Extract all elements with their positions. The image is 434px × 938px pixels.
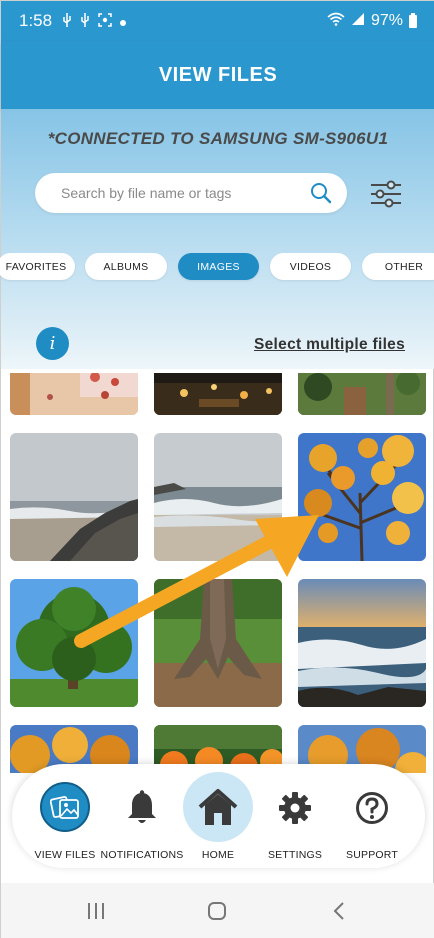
image-grid xyxy=(1,373,434,773)
status-time: 1:58 xyxy=(19,11,53,30)
search-input[interactable] xyxy=(61,185,309,201)
recent-apps-icon[interactable] xyxy=(84,901,108,921)
select-multiple-files-link[interactable]: Select multiple files xyxy=(254,336,405,354)
system-navigation-bar xyxy=(1,883,434,938)
battery-percent: 97% xyxy=(370,12,403,29)
thumbnail-night-lights[interactable] xyxy=(154,373,282,415)
nav-label: SUPPORT xyxy=(346,849,398,861)
thumbnail-green-tree[interactable] xyxy=(10,579,138,707)
thumbnail-garden[interactable] xyxy=(298,373,426,415)
info-button[interactable]: i xyxy=(36,327,69,360)
view-files-icon xyxy=(40,782,90,832)
usb-icon xyxy=(62,12,72,30)
page-title: VIEW FILES xyxy=(1,41,434,109)
connection-status: *CONNECTED TO SAMSUNG SM-S906U1 xyxy=(47,129,389,148)
thumbnail-foggy-beach-waves[interactable] xyxy=(154,433,282,561)
wifi-icon xyxy=(327,12,345,31)
thumbnail-sunset-waves[interactable] xyxy=(298,579,426,707)
filter-sliders-icon[interactable] xyxy=(369,179,403,209)
thumbnail-quilt[interactable] xyxy=(10,373,138,415)
bottom-navigation: VIEW FILES NOTIFICATIONS HOME SETTINGS S… xyxy=(12,764,425,868)
tab-videos[interactable]: VIDEOS xyxy=(270,253,351,280)
dot-icon xyxy=(120,14,127,29)
screenshot-icon xyxy=(98,12,112,30)
battery-icon xyxy=(409,12,417,28)
info-icon: i xyxy=(49,333,56,354)
help-icon xyxy=(352,788,392,828)
search-bar xyxy=(35,173,347,213)
nav-support[interactable]: SUPPORT xyxy=(332,764,412,868)
thumbnail-foggy-beach-rocks[interactable] xyxy=(10,433,138,561)
category-tabs: FAVORITES ALBUMS IMAGES VIDEOS OTHER xyxy=(0,253,434,281)
signal-icon xyxy=(351,12,365,31)
tab-albums[interactable]: ALBUMS xyxy=(85,253,167,280)
thumbnail-tree-roots[interactable] xyxy=(154,579,282,707)
tab-images[interactable]: IMAGES xyxy=(178,253,259,280)
search-icon[interactable] xyxy=(309,181,333,205)
status-bar: 1:58 97% xyxy=(1,1,434,41)
tab-other[interactable]: OTHER xyxy=(362,253,434,280)
back-icon[interactable] xyxy=(327,901,351,921)
home-icon xyxy=(183,772,253,842)
usb-icon xyxy=(80,12,90,30)
home-system-icon[interactable] xyxy=(205,901,229,921)
thumbnail-autumn-tree-sky[interactable] xyxy=(298,433,426,561)
gear-icon xyxy=(275,788,315,828)
bell-icon xyxy=(122,788,162,828)
tab-favorites[interactable]: FAVORITES xyxy=(0,253,75,280)
